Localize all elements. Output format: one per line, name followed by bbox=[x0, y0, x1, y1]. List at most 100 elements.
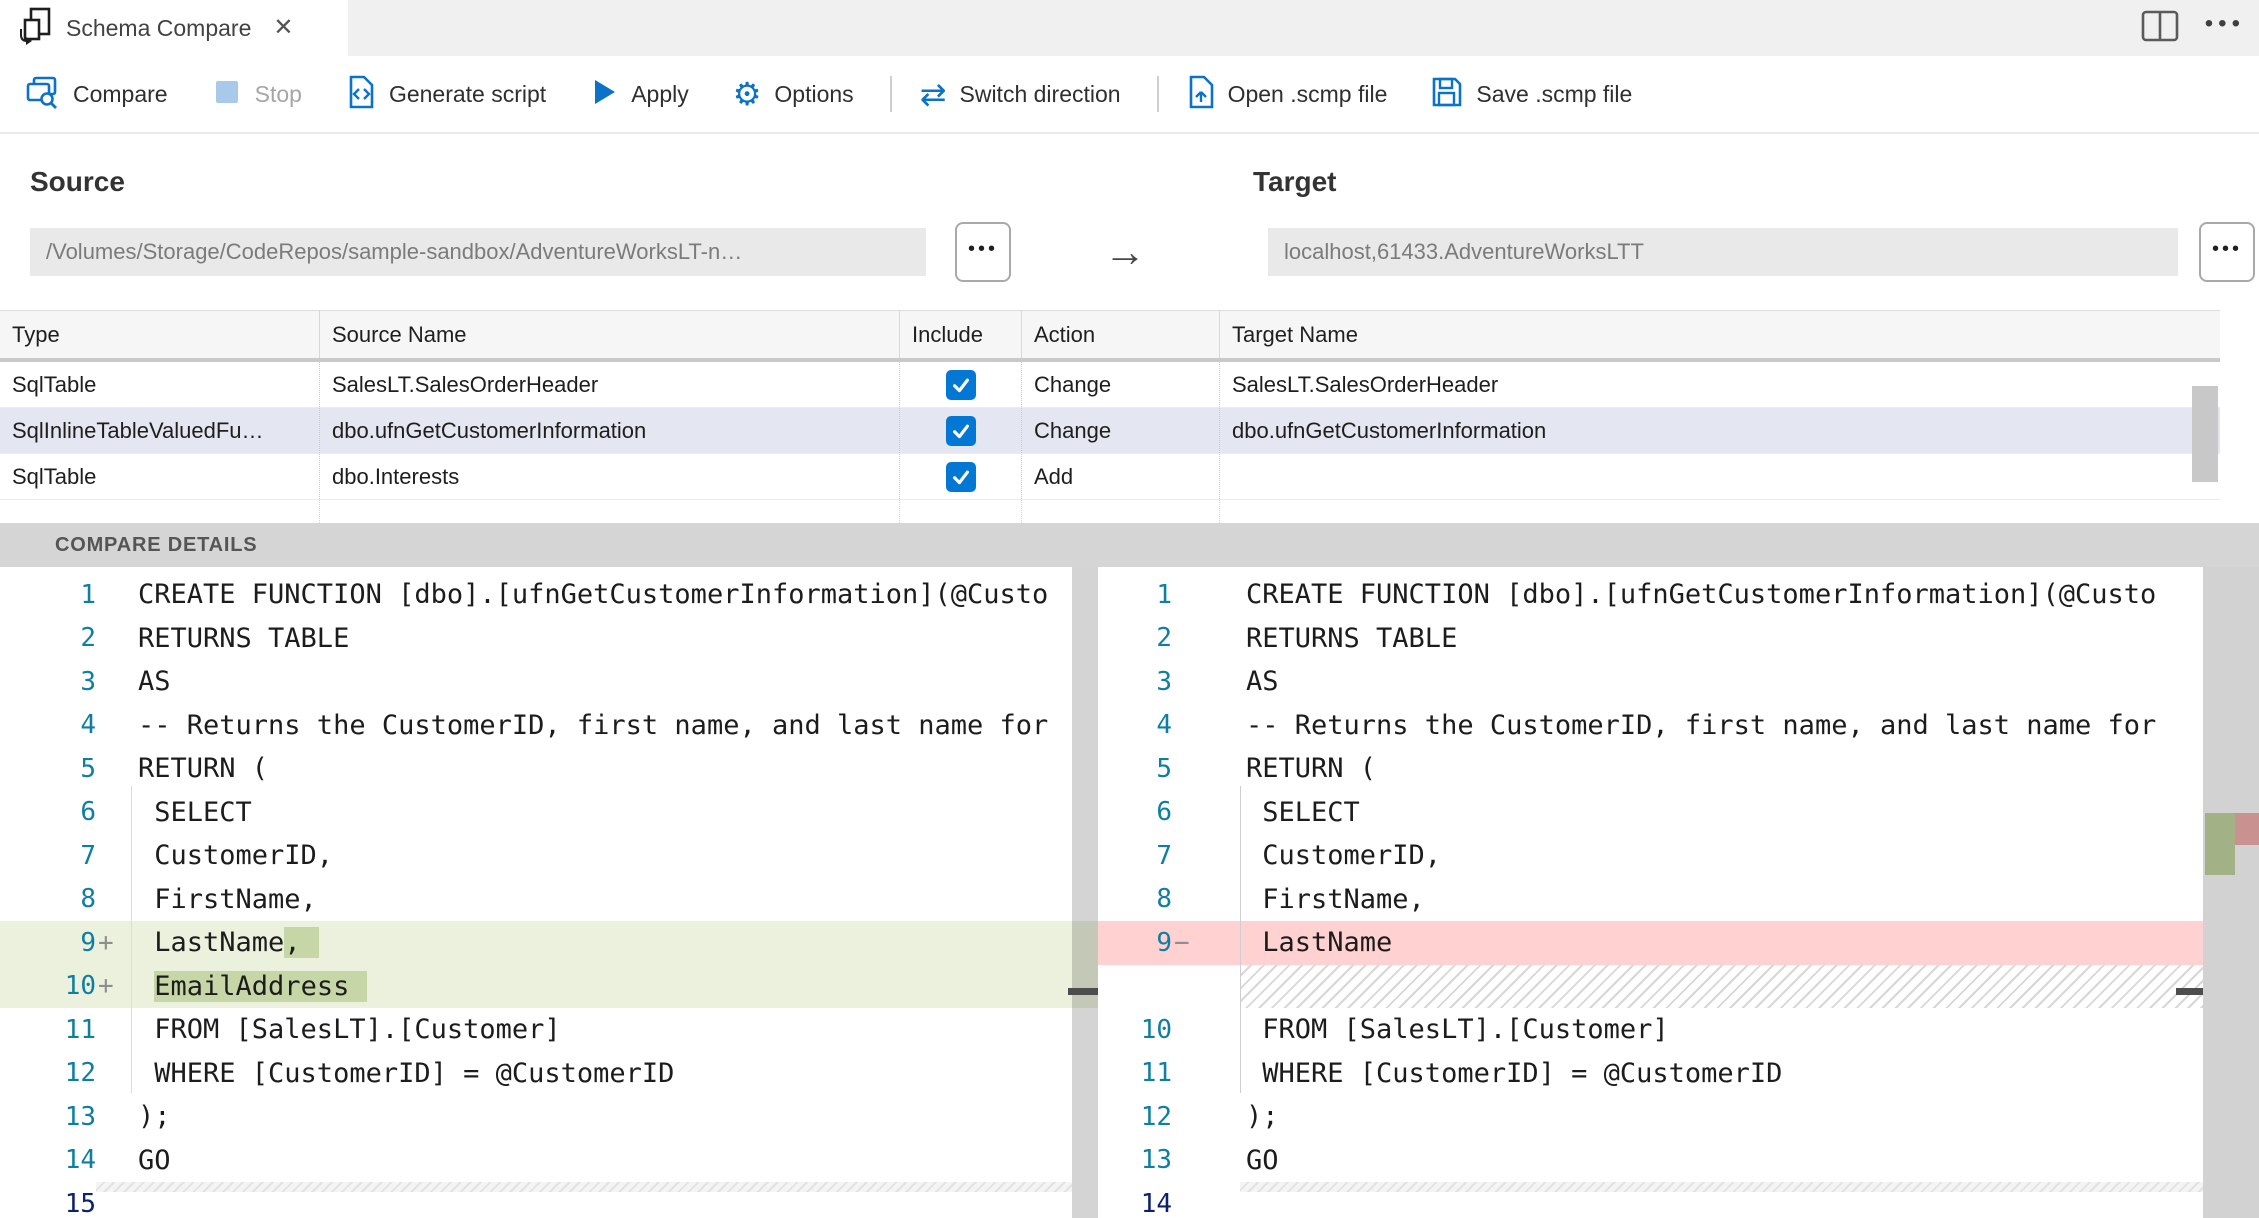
apply-button[interactable]: Apply bbox=[590, 76, 689, 113]
direction-arrow-icon: → bbox=[1104, 228, 1146, 275]
line-number: 11 bbox=[1140, 1058, 1172, 1089]
cell-include bbox=[900, 362, 1022, 407]
options-button[interactable]: ⚙ Options bbox=[733, 78, 854, 110]
save-scmp-button[interactable]: Save .scmp file bbox=[1431, 76, 1632, 113]
line-number: 13 bbox=[64, 1101, 96, 1132]
open-scmp-button[interactable]: Open .scmp file bbox=[1187, 74, 1387, 115]
line-number: 3 bbox=[80, 666, 96, 697]
left-editor-scrollbar[interactable] bbox=[1072, 567, 1098, 1218]
column-header-action[interactable]: Action bbox=[1022, 311, 1220, 358]
generate-script-button[interactable]: Generate script bbox=[346, 74, 546, 115]
table-row[interactable]: SqlTable dbo.Interests Add bbox=[0, 454, 2220, 500]
compare-button[interactable]: Compare bbox=[24, 74, 168, 115]
cell-source-name: dbo.Interests bbox=[320, 454, 900, 499]
code-text: -- Returns the CustomerID, first name, a… bbox=[138, 709, 1049, 741]
hatch-pattern bbox=[1240, 964, 2259, 1008]
split-editor-icon[interactable] bbox=[2141, 10, 2179, 47]
table-row[interactable]: SqlTable SalesLT.SalesOrderHeader Change Sa… bbox=[0, 362, 2220, 408]
column-header-type[interactable]: Type bbox=[0, 311, 320, 358]
line-number: 3 bbox=[1156, 666, 1172, 697]
target-diff-editor[interactable]: 1 CREATE FUNCTION [dbo].[ufnGetCustomerIn… bbox=[1098, 567, 2259, 1218]
line-number: 6 bbox=[80, 797, 96, 828]
code-text: ); bbox=[1246, 1101, 1279, 1133]
code-line: 9 + LastName, bbox=[0, 921, 1098, 965]
line-number: 12 bbox=[64, 1058, 96, 1089]
cell-type: SqlInlineTableValuedFu… bbox=[0, 408, 320, 453]
stop-button[interactable]: Stop bbox=[212, 77, 302, 112]
source-input[interactable]: /Volumes/Storage/CodeRepos/sample-sandbo… bbox=[30, 228, 926, 276]
line-number: 10 bbox=[64, 971, 96, 1002]
line-number: 10 bbox=[1140, 1014, 1172, 1045]
grid-empty-row bbox=[0, 500, 2220, 523]
diff-region-handle[interactable] bbox=[2176, 988, 2203, 995]
source-browse-button[interactable]: ••• bbox=[955, 222, 1011, 282]
cell-type: SqlTable bbox=[0, 454, 320, 499]
code-line: 4 -- Returns the CustomerID, first name, … bbox=[1098, 704, 2259, 748]
code-text: GO bbox=[138, 1144, 171, 1176]
tab-close-icon[interactable]: ✕ bbox=[273, 16, 293, 40]
code-line: 13); bbox=[0, 1095, 1098, 1139]
schema-compare-icon bbox=[18, 5, 52, 52]
source-heading: Source bbox=[30, 166, 125, 197]
diff-marker: − bbox=[1174, 927, 1190, 958]
more-actions-icon[interactable]: ••• bbox=[2205, 10, 2245, 46]
code-text: RETURNS TABLE bbox=[138, 622, 350, 654]
code-text: GO bbox=[1246, 1144, 1279, 1176]
code-text: FROM [SalesLT].[Customer] bbox=[138, 1014, 561, 1046]
cell-action: Change bbox=[1022, 408, 1220, 453]
char-diff-highlight: , bbox=[284, 927, 319, 959]
include-checkbox[interactable] bbox=[945, 461, 976, 492]
schema-compare-toolbar: Compare Stop Generate script Apply ⚙ Opt bbox=[0, 56, 2259, 134]
line-number: 1 bbox=[80, 579, 96, 610]
target-browse-button[interactable]: ••• bbox=[2199, 222, 2255, 282]
code-text: LastName, bbox=[138, 927, 319, 959]
column-header-source-name[interactable]: Source Name bbox=[320, 311, 900, 358]
code-line: 4 -- Returns the CustomerID, first name, … bbox=[0, 704, 1098, 748]
line-number: 7 bbox=[80, 840, 96, 871]
target-input[interactable]: localhost,61433.AdventureWorksLTT bbox=[1268, 228, 2178, 276]
diff-region-handle[interactable] bbox=[1068, 988, 1098, 995]
grid-header: Type Source Name Include Action Target Name bbox=[0, 310, 2220, 358]
cell-type: SqlTable bbox=[0, 362, 320, 407]
code-text: WHERE [CustomerID] = @CustomerID bbox=[1246, 1057, 1783, 1089]
line-number: 1 bbox=[1156, 579, 1172, 610]
code-line: 1 CREATE FUNCTION [dbo].[ufnGetCustomerIn… bbox=[0, 573, 1098, 617]
code-line: 12 WHERE [CustomerID] = @CustomerID bbox=[0, 1052, 1098, 1096]
tab-schema-compare[interactable]: Schema Compare ✕ bbox=[0, 0, 348, 56]
code-line: 10 FROM [SalesLT].[Customer] bbox=[1098, 1008, 2259, 1052]
code-line: 7 CustomerID, bbox=[0, 834, 1098, 878]
line-number: 9 bbox=[80, 927, 96, 958]
code-line: 7 CustomerID, bbox=[1098, 834, 2259, 878]
line-number: 14 bbox=[1140, 1188, 1172, 1218]
code-line: 3 AS bbox=[1098, 660, 2259, 704]
line-number: 9 bbox=[1156, 927, 1172, 958]
overview-ruler[interactable] bbox=[2203, 567, 2259, 1218]
generate-script-icon bbox=[346, 74, 376, 115]
code-text: FirstName, bbox=[138, 883, 317, 915]
cell-target-name bbox=[1220, 454, 2220, 499]
grid-vertical-scrollbar[interactable] bbox=[2192, 386, 2218, 482]
source-diff-editor[interactable]: 1 CREATE FUNCTION [dbo].[ufnGetCustomerIn… bbox=[0, 567, 1098, 1218]
code-text: -- Returns the CustomerID, first name, a… bbox=[1246, 709, 2157, 741]
code-line: 9− LastName bbox=[1098, 921, 2259, 965]
final-line-border bbox=[96, 1182, 1072, 1192]
code-text: FROM [SalesLT].[Customer] bbox=[1246, 1014, 1669, 1046]
column-header-include[interactable]: Include bbox=[900, 311, 1022, 358]
table-row[interactable]: SqlInlineTableValuedFu… dbo.ufnGetCustome… bbox=[0, 408, 2220, 454]
tab-title: Schema Compare bbox=[66, 14, 252, 41]
code-text: CREATE FUNCTION [dbo].[ufnGetCustomerInf… bbox=[138, 579, 1049, 611]
line-number: 6 bbox=[1156, 797, 1172, 828]
line-number: 15 bbox=[64, 1188, 96, 1218]
comparison-grid: Type Source Name Include Action Target Name … bbox=[0, 310, 2220, 523]
switch-direction-button[interactable]: ⇄ Switch direction bbox=[920, 78, 1121, 110]
char-diff-highlight: EmailAddress bbox=[154, 970, 368, 1002]
column-header-target-name[interactable]: Target Name bbox=[1220, 311, 2220, 358]
cell-action: Change bbox=[1022, 362, 1220, 407]
code-text: AS bbox=[1246, 666, 1279, 698]
compare-details-title: COMPARE DETAILS bbox=[55, 534, 258, 556]
include-checkbox[interactable] bbox=[945, 415, 976, 446]
include-checkbox[interactable] bbox=[945, 369, 976, 400]
ellipsis-icon: ••• bbox=[2211, 237, 2242, 260]
final-line-border bbox=[1240, 1182, 2203, 1192]
indent-guide bbox=[131, 786, 132, 1093]
